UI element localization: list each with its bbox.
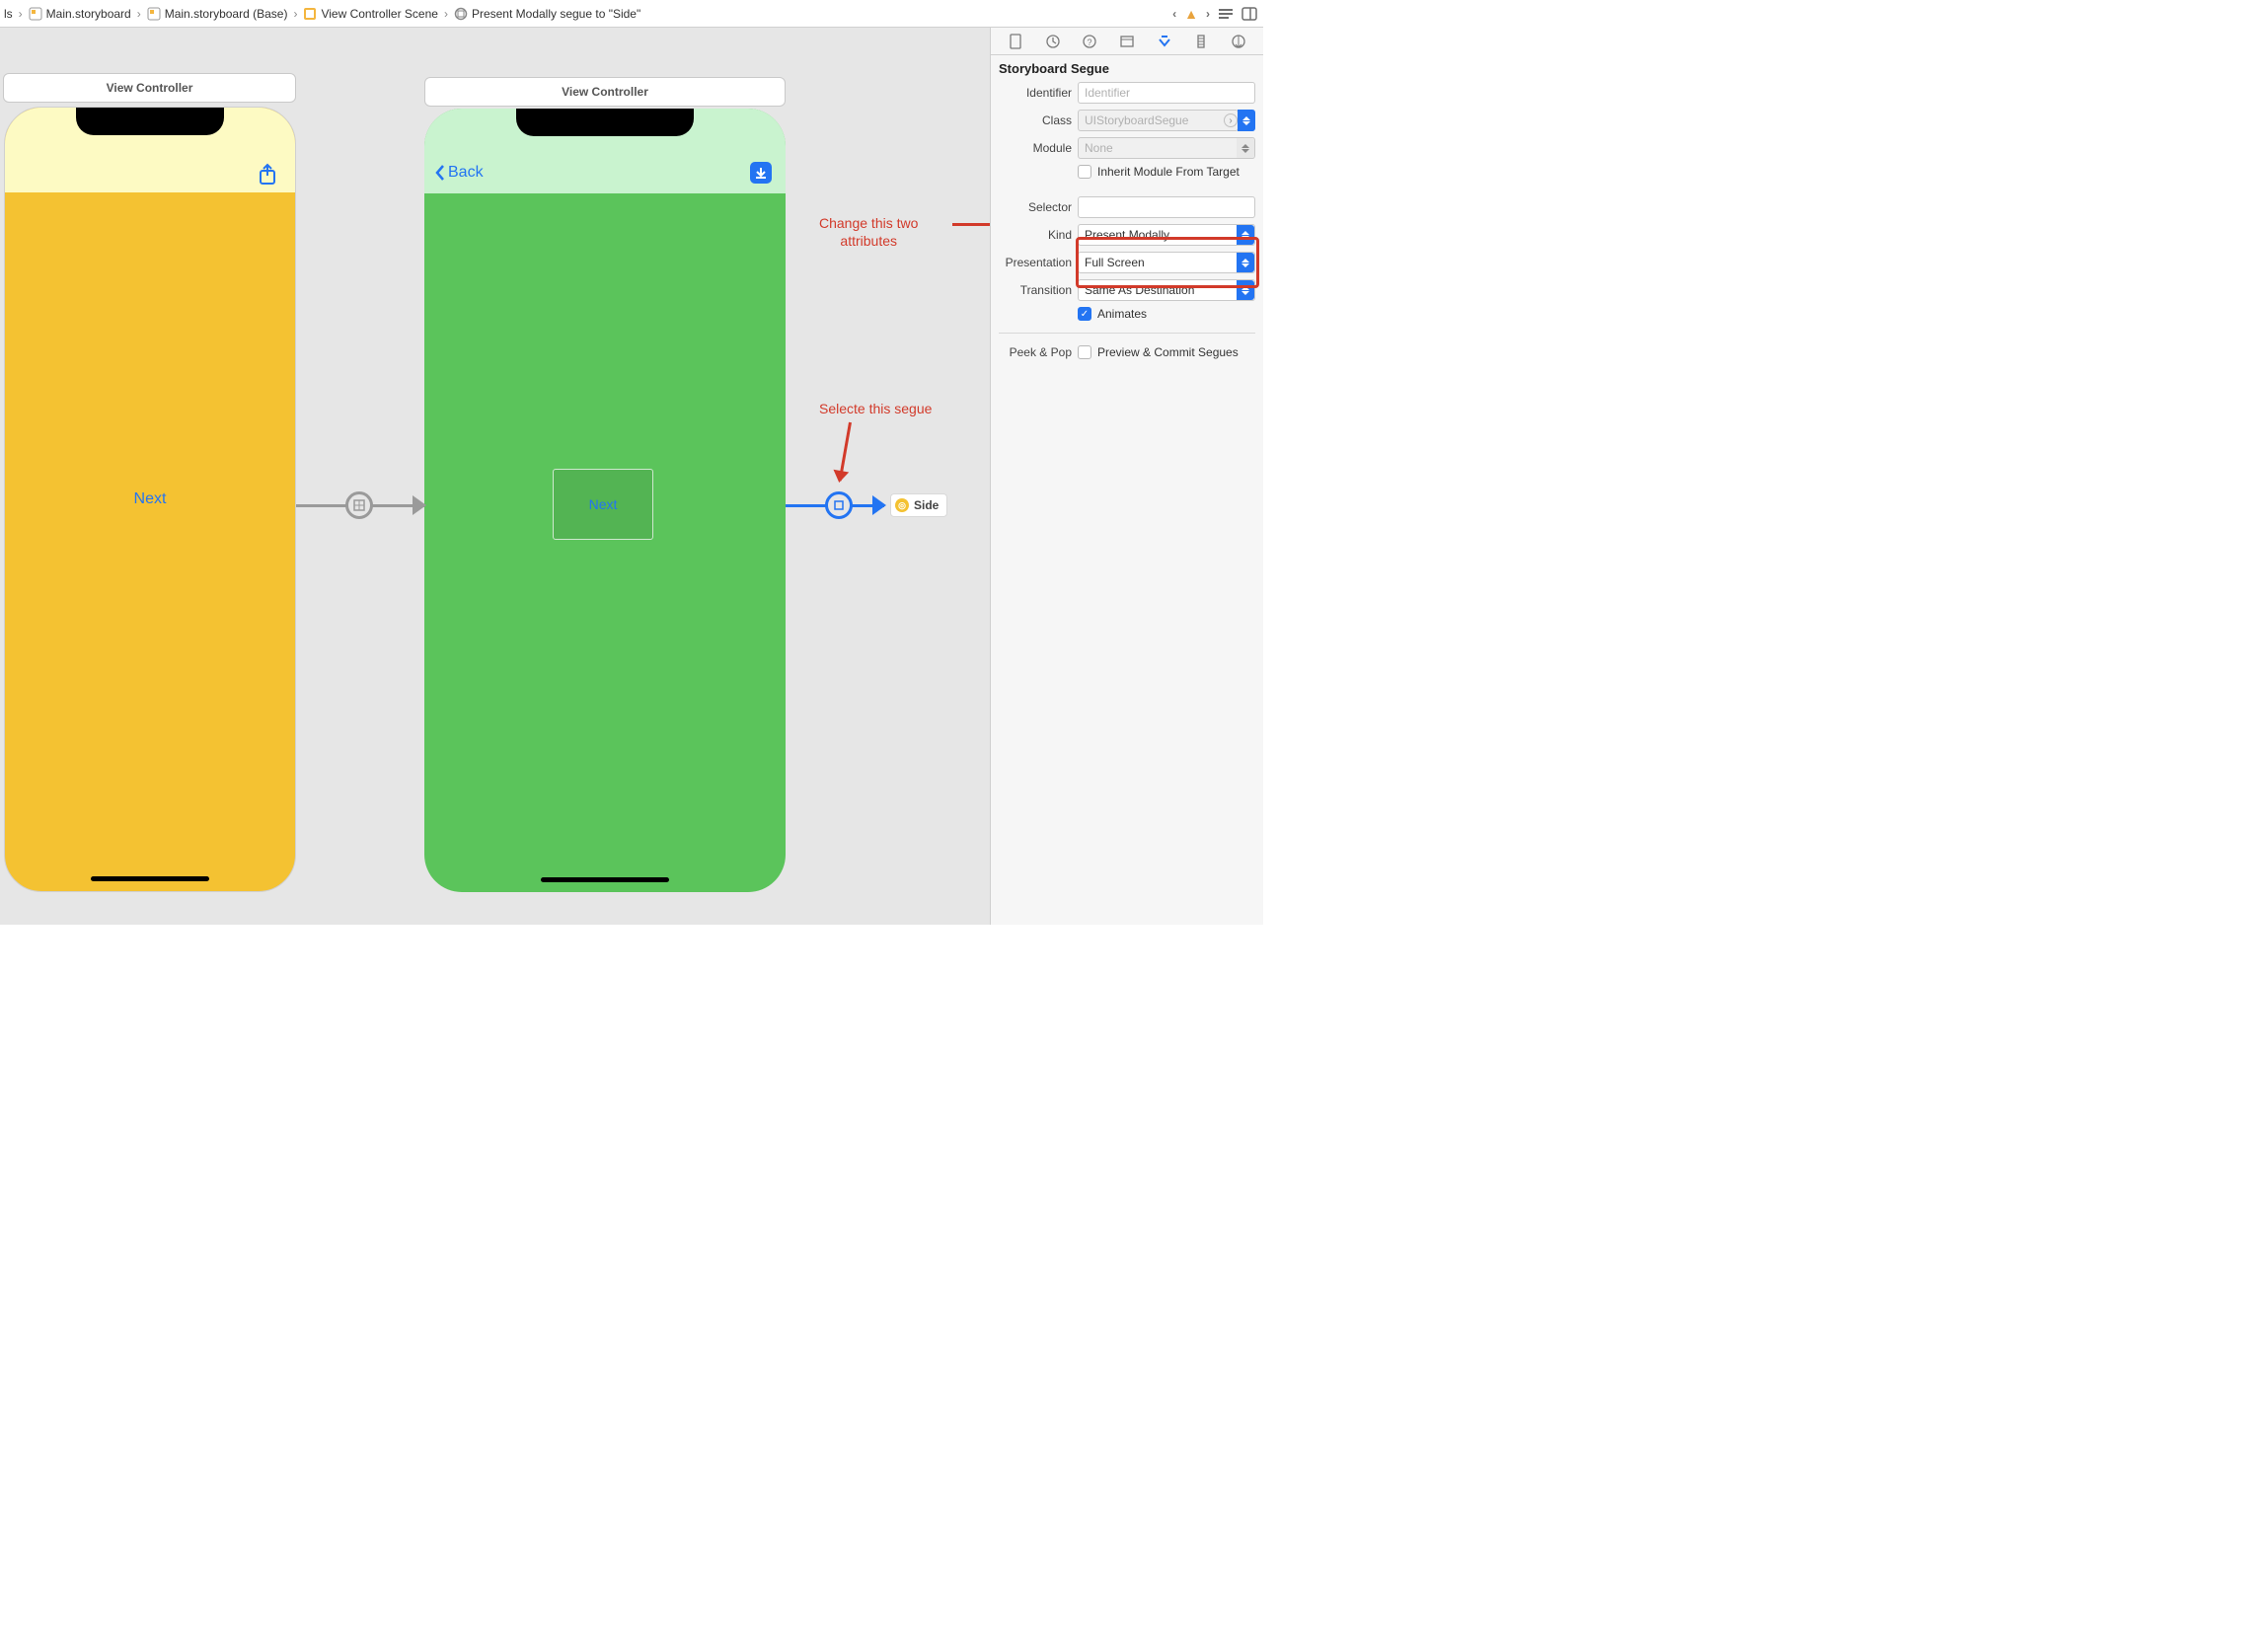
next-button-a[interactable]: Next <box>122 483 179 516</box>
back-button[interactable]: Back <box>434 164 484 182</box>
transition-select[interactable]: Same As Destination <box>1078 279 1255 301</box>
kind-select[interactable]: Present Modally <box>1078 224 1255 246</box>
separator <box>999 333 1255 334</box>
toolbar-right: ‹ ▲ › <box>1172 6 1257 22</box>
chevron-right-icon: › <box>135 7 143 21</box>
crumb-4[interactable]: Present Modally segue to "Side" <box>450 7 644 21</box>
identity-inspector-tab[interactable] <box>1115 32 1139 51</box>
chevron-left-icon <box>434 164 446 182</box>
container-view[interactable]: Next <box>553 469 653 540</box>
device-notch <box>76 108 224 135</box>
chevron-right-icon: › <box>442 7 450 21</box>
identifier-label: Identifier <box>999 86 1072 100</box>
connections-inspector-tab[interactable] <box>1227 32 1250 51</box>
inherit-row: Inherit Module From Target <box>999 165 1255 179</box>
transition-row: Transition Same As Destination <box>999 279 1255 301</box>
animates-row: ✓ Animates <box>999 307 1255 321</box>
segue-glyph-icon <box>825 491 853 519</box>
scene-icon <box>303 7 317 21</box>
history-inspector-tab[interactable] <box>1041 32 1065 51</box>
selector-row: Selector <box>999 196 1255 218</box>
assistant-toggle-button[interactable] <box>1241 6 1257 22</box>
dropdown-caret-icon[interactable] <box>1238 110 1255 131</box>
crumb-0[interactable]: ls <box>0 7 17 21</box>
storyboard-canvas[interactable]: View Controller View Controller Next Bac… <box>0 28 990 925</box>
crumb-1[interactable]: Main.storyboard <box>25 7 135 21</box>
module-label: Module <box>999 141 1072 155</box>
module-select[interactable]: None <box>1078 137 1255 159</box>
chevron-right-icon: › <box>17 7 25 21</box>
identifier-input[interactable] <box>1078 82 1255 104</box>
device-notch <box>516 109 694 136</box>
svg-text:?: ? <box>1088 38 1092 47</box>
crumb-2[interactable]: Main.storyboard (Base) <box>143 7 292 21</box>
inspector-section-header: Storyboard Segue <box>991 55 1263 80</box>
class-jump-icon[interactable]: › <box>1224 113 1238 127</box>
module-row: Module None <box>999 137 1255 159</box>
peekpop-label: Peek & Pop <box>999 345 1072 359</box>
storyboard-file-icon <box>29 7 42 21</box>
segue-b-to-side[interactable] <box>786 491 884 519</box>
inherit-label: Inherit Module From Target <box>1097 165 1255 179</box>
animates-label: Animates <box>1097 307 1255 321</box>
selector-input[interactable] <box>1078 196 1255 218</box>
nav-forward-button[interactable]: › <box>1206 7 1210 21</box>
attributes-inspector-tab[interactable] <box>1153 32 1176 51</box>
presentation-select[interactable]: Full Screen <box>1078 252 1255 273</box>
main: View Controller View Controller Next Bac… <box>0 28 1263 925</box>
annotation-arrow-icon <box>839 422 852 482</box>
size-inspector-tab[interactable] <box>1189 32 1213 51</box>
presentation-row: Presentation Full Screen <box>999 252 1255 273</box>
inherit-checkbox[interactable] <box>1078 165 1091 179</box>
outline-toggle-button[interactable] <box>1218 6 1234 22</box>
annotation-text: Change this two attributes <box>819 215 918 250</box>
scene-title-a[interactable]: View Controller <box>3 73 296 103</box>
peekpop-row: Peek & Pop Preview & Commit Segues <box>999 345 1255 359</box>
peekpop-checkbox[interactable] <box>1078 345 1091 359</box>
breadcrumb-bar: ls › Main.storyboard › Main.storyboard (… <box>0 0 1263 28</box>
class-row: Class UIStoryboardSegue › <box>999 110 1255 131</box>
annotation-text: Selecte this segue <box>819 401 932 418</box>
viewcontroller-b[interactable]: Back Next <box>424 109 786 892</box>
next-button-b[interactable]: Next <box>589 496 618 512</box>
animates-checkbox[interactable]: ✓ <box>1078 307 1091 321</box>
scene-title-b[interactable]: View Controller <box>424 77 786 107</box>
presentation-label: Presentation <box>999 256 1072 269</box>
segue-icon <box>454 7 468 21</box>
home-indicator <box>91 876 209 881</box>
kind-label: Kind <box>999 228 1072 242</box>
segue-glyph-icon <box>345 491 373 519</box>
breadcrumb: ls › Main.storyboard › Main.storyboard (… <box>0 7 1172 21</box>
crumb-3[interactable]: View Controller Scene <box>299 7 442 21</box>
class-label: Class <box>999 113 1072 127</box>
scene-reference-icon: ◎ <box>895 498 909 512</box>
storyboard-file-icon <box>147 7 161 21</box>
peekpop-text: Preview & Commit Segues <box>1097 345 1255 359</box>
share-icon[interactable] <box>258 163 277 187</box>
viewcontroller-a[interactable]: Next <box>4 107 296 892</box>
kind-row: Kind Present Modally <box>999 224 1255 246</box>
chevron-right-icon: › <box>291 7 299 21</box>
warning-icon[interactable]: ▲ <box>1184 6 1198 22</box>
segue-a-to-b[interactable] <box>296 491 424 519</box>
identifier-row: Identifier <box>999 82 1255 104</box>
class-select[interactable]: UIStoryboardSegue › <box>1078 110 1239 131</box>
transition-label: Transition <box>999 283 1072 297</box>
help-inspector-tab[interactable]: ? <box>1078 32 1101 51</box>
file-inspector-tab[interactable] <box>1004 32 1027 51</box>
side-scene-reference[interactable]: ◎ Side <box>890 493 947 517</box>
nav-back-button[interactable]: ‹ <box>1172 7 1176 21</box>
annotation-arrow-icon <box>952 223 990 226</box>
download-icon[interactable] <box>750 162 772 184</box>
inspector-panel: ? Storyboard Segue Identifier Class UISt… <box>990 28 1263 925</box>
selector-label: Selector <box>999 200 1072 214</box>
inspector-tabs: ? <box>991 28 1263 55</box>
home-indicator <box>541 877 669 882</box>
